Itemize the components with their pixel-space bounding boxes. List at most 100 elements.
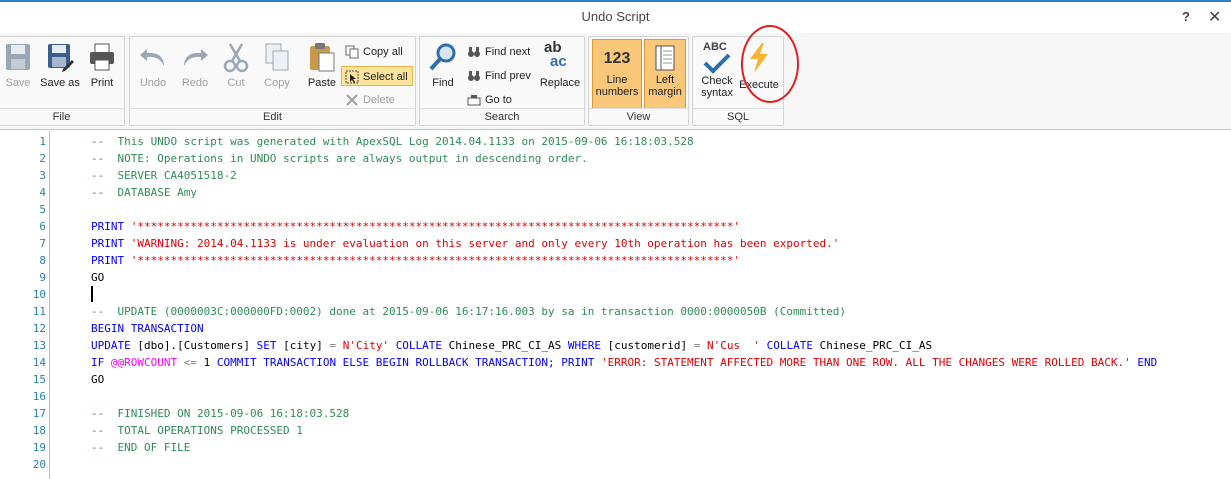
title-bar: Undo Script ? ✕ xyxy=(0,0,1231,33)
go-to-button[interactable]: Go to xyxy=(464,90,536,110)
code-line: IF @@ROWCOUNT <= 1 COMMIT TRANSACTION EL… xyxy=(91,356,1158,369)
save-as-label: Save as xyxy=(40,77,80,89)
redo-icon xyxy=(184,49,208,66)
line-number: 3 xyxy=(39,169,46,182)
line-number: 17 xyxy=(32,407,46,420)
check-syntax-button[interactable]: ABC Check syntax xyxy=(697,41,737,99)
line-number: 10 xyxy=(32,288,46,301)
code-line: PRINT 'WARNING: 2014.04.1133 is under ev… xyxy=(91,237,840,250)
find-next-button[interactable]: Find next xyxy=(464,42,536,62)
line-number: 1 xyxy=(39,135,46,148)
undo-icon xyxy=(140,49,164,66)
code-line: UPDATE [dbo].[Customers] SET [city] = N'… xyxy=(91,339,933,352)
copy-button[interactable]: Copy xyxy=(258,41,296,89)
code-line: -- SERVER CA4051518-2 xyxy=(91,169,237,182)
line-number: 14 xyxy=(32,356,46,369)
line-numbers-toggle[interactable]: 123 Line numbers xyxy=(592,39,642,109)
line-number: 2 xyxy=(39,152,46,165)
code-line: GO xyxy=(91,373,105,386)
text-cursor xyxy=(91,286,93,302)
file-group-label: File xyxy=(0,108,124,125)
paste-button[interactable]: Paste xyxy=(302,41,342,89)
line-number: 5 xyxy=(39,203,46,216)
help-button[interactable]: ? xyxy=(1182,9,1190,24)
line-number: 13 xyxy=(32,339,46,352)
replace-button[interactable]: ab ac Replace xyxy=(538,39,582,89)
window-title: Undo Script xyxy=(581,9,650,24)
edit-group: Undo Redo Cut Copy Paste Copy all Select… xyxy=(129,36,416,126)
save-label: Save xyxy=(5,77,31,89)
save-as-button[interactable]: Save as xyxy=(39,41,81,89)
code-line: -- NOTE: Operations in UNDO scripts are … xyxy=(91,152,588,165)
code-line: PRINT '*********************************… xyxy=(91,220,741,233)
cut-button[interactable]: Cut xyxy=(218,41,254,89)
execute-highlight-annotation xyxy=(741,25,799,103)
select-all-button[interactable]: Select all xyxy=(341,66,413,86)
line-number: 15 xyxy=(32,373,46,386)
line-number: 7 xyxy=(39,237,46,250)
search-group-label: Search xyxy=(420,108,584,125)
close-button[interactable]: ✕ xyxy=(1208,7,1221,27)
check-syntax-icon: ABC xyxy=(697,41,737,75)
magnifier-icon xyxy=(429,43,456,71)
code-line: PRINT '*********************************… xyxy=(91,254,741,267)
replace-icon: ab ac xyxy=(544,39,567,70)
save-button[interactable]: Save xyxy=(1,41,35,89)
paste-label: Paste xyxy=(307,77,337,89)
line-number: 8 xyxy=(39,254,46,267)
code-line: -- TOTAL OPERATIONS PROCESSED 1 xyxy=(91,424,303,437)
redo-label: Redo xyxy=(181,77,209,89)
line-number: 12 xyxy=(32,322,46,335)
view-group-label: View xyxy=(589,108,688,125)
line-number: 18 xyxy=(32,424,46,437)
line-number: 6 xyxy=(39,220,46,233)
code-line: -- This UNDO script was generated with A… xyxy=(91,135,694,148)
copy-all-icon xyxy=(345,42,361,62)
line-number: 9 xyxy=(39,271,46,284)
printer-icon xyxy=(90,43,114,71)
copy-all-button[interactable]: Copy all xyxy=(342,42,414,62)
find-label: Find xyxy=(432,77,454,89)
cut-label: Cut xyxy=(227,77,245,89)
code-line: GO xyxy=(91,271,105,284)
copy-label: Copy xyxy=(264,77,290,89)
line-number: 19 xyxy=(32,441,46,454)
left-margin-icon xyxy=(655,45,675,71)
code-line: BEGIN TRANSACTION xyxy=(91,322,204,335)
code-line: -- DATABASE Amy xyxy=(91,186,197,199)
code-line: -- END OF FILE xyxy=(91,441,191,454)
binoculars-icon xyxy=(467,42,483,62)
code-line: -- UPDATE (0000003C:000000FD:0002) done … xyxy=(91,305,846,318)
print-label: Print xyxy=(90,77,114,89)
view-group: 123 Line numbers Left margin View xyxy=(588,36,689,126)
scissors-icon xyxy=(223,43,249,73)
search-group: Find Find next Find prev Go to ab ac Rep… xyxy=(419,36,585,126)
line-number: 20 xyxy=(32,458,46,471)
undo-button[interactable]: Undo xyxy=(134,41,172,89)
file-group: Save Save as Print File xyxy=(0,36,125,126)
sql-group-label: SQL xyxy=(693,108,783,125)
save-icon xyxy=(6,44,30,70)
replace-label: Replace xyxy=(539,77,581,89)
line-numbers-icon: 123 xyxy=(603,50,631,67)
redo-button[interactable]: Redo xyxy=(176,41,214,89)
delete-button[interactable]: Delete xyxy=(342,90,414,110)
edit-group-label: Edit xyxy=(130,108,415,125)
select-all-icon xyxy=(345,67,361,87)
undo-label: Undo xyxy=(139,77,167,89)
line-number: 4 xyxy=(39,186,46,199)
copy-icon xyxy=(265,43,289,71)
find-prev-button[interactable]: Find prev xyxy=(464,66,536,86)
line-number: 11 xyxy=(32,305,46,318)
save-as-icon xyxy=(48,44,74,72)
binoculars-icon xyxy=(467,66,483,86)
code-line: -- FINISHED ON 2015-09-06 16:18:03.528 xyxy=(91,407,350,420)
script-editor[interactable]: 1 2 3 4 5 6 7 8 9 10 11 12 13 14 15 16 1… xyxy=(0,131,1231,479)
print-button[interactable]: Print xyxy=(85,41,119,89)
find-button[interactable]: Find xyxy=(426,41,460,89)
left-margin-toggle[interactable]: Left margin xyxy=(644,39,686,109)
paste-icon xyxy=(310,43,335,72)
gutter-divider xyxy=(49,131,50,479)
ribbon-toolbar: Save Save as Print File Undo Redo Cut Co… xyxy=(0,25,1231,130)
line-number: 16 xyxy=(32,390,46,403)
